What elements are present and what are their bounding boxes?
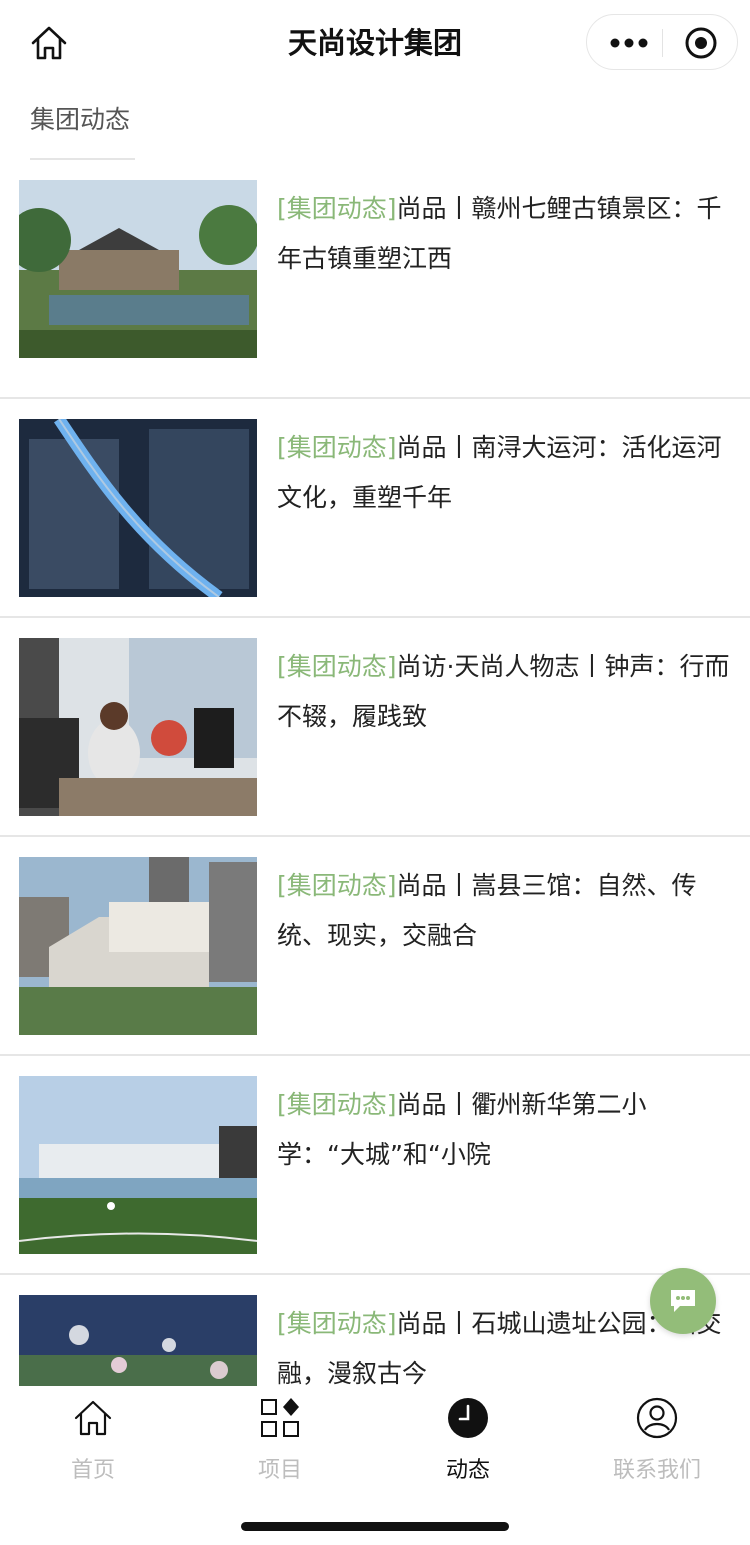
chat-icon [671,1290,695,1312]
clock-icon [448,1398,488,1438]
article-thumbnail [19,638,257,816]
more-dots-icon[interactable] [609,33,649,53]
section-divider [30,158,135,160]
article-title[interactable]: [集团动态]尚品丨衢州新华第二小学：“大城”和“小院 [277,1080,732,1180]
article-title[interactable]: [集团动态]尚品丨赣州七鲤古镇景区：千年古镇重塑江西 [277,184,732,284]
capsule-divider [662,29,663,57]
article-title[interactable]: [集团动态]尚访·天尚人物志丨钟声：行而不辍，履践致 [277,642,732,742]
article-tag: [集团动态] [277,652,397,681]
nav-header: 天尚设计集团 [0,0,750,86]
chat-button[interactable] [650,1268,716,1334]
article-item[interactable]: [集团动态]尚品丨赣州七鲤古镇景区：千年古镇重塑江西 [0,180,750,399]
tab-label: 项目 [257,1458,302,1483]
tab-home[interactable]: 首页 [18,1396,168,1486]
tab-label: 首页 [70,1458,115,1483]
home-indicator [241,1522,509,1531]
article-item[interactable]: [集团动态]尚品丨南浔大运河：活化运河文化，重塑千年 [0,399,750,618]
article-item[interactable]: [集团动态]尚品丨石城山遗址公园：山交融，漫叙古今 [0,1275,750,1386]
article-thumbnail [19,857,257,1035]
grid-icon [261,1398,299,1437]
user-circle-icon [636,1397,678,1439]
tab-label: 动态 [445,1458,490,1483]
tab-projects[interactable]: 项目 [205,1396,355,1486]
section-title: 集团动态 [30,105,131,134]
home-icon [74,1400,112,1436]
article-thumbnail [19,180,257,358]
tab-label: 联系我们 [612,1458,701,1483]
tab-contact[interactable]: 联系我们 [582,1396,732,1486]
article-list: [集团动态]尚品丨赣州七鲤古镇景区：千年古镇重塑江西 [集团动态]尚品丨南浔大运… [0,180,750,1386]
article-item[interactable]: [集团动态]尚品丨衢州新华第二小学：“大城”和“小院 [0,1056,750,1275]
article-title[interactable]: [集团动态]尚品丨嵩县三馆：自然、传统、现实，交融合 [277,861,732,961]
article-tag: [集团动态] [277,194,397,223]
article-tag: [集团动态] [277,433,397,462]
article-item[interactable]: [集团动态]尚品丨嵩县三馆：自然、传统、现实，交融合 [0,837,750,1056]
article-thumbnail [19,419,257,597]
article-thumbnail [19,1076,257,1254]
article-item[interactable]: [集团动态]尚访·天尚人物志丨钟声：行而不辍，履践致 [0,618,750,837]
tab-news[interactable]: 动态 [393,1396,543,1486]
mini-program-capsule [586,14,738,70]
article-thumbnail [19,1295,257,1386]
article-tag: [集团动态] [277,1309,397,1338]
target-icon[interactable] [683,25,719,61]
article-tag: [集团动态] [277,1090,397,1119]
article-title[interactable]: [集团动态]尚品丨南浔大运河：活化运河文化，重塑千年 [277,423,732,523]
article-tag: [集团动态] [277,871,397,900]
